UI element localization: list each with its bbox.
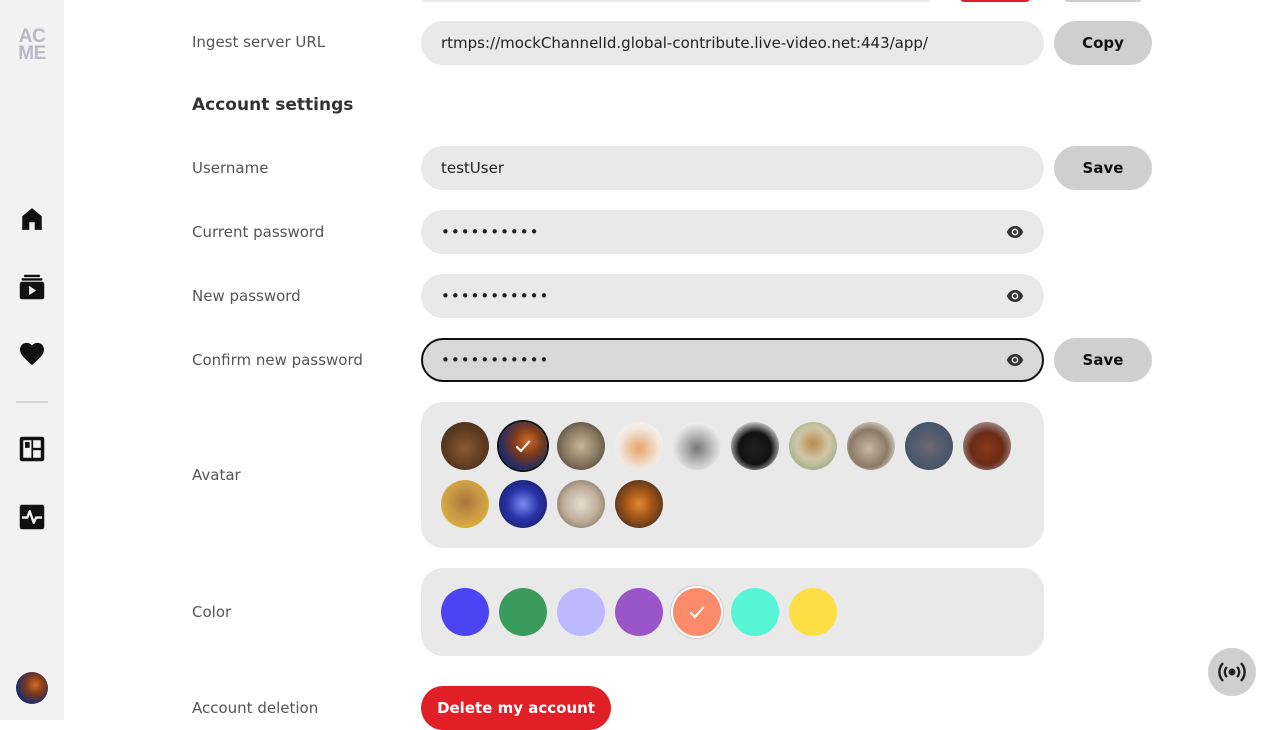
- ingest-url-value: rtmps://mockChannelId.global-contribute.…: [441, 34, 928, 52]
- avatar-picker: [421, 402, 1044, 548]
- heart-icon: [19, 342, 45, 366]
- avatar-option-hippo[interactable]: [905, 422, 953, 470]
- color-option-salmon[interactable]: [673, 588, 721, 636]
- avatar-option-antelope[interactable]: [441, 480, 489, 528]
- previous-button-edge[interactable]: [1064, 0, 1142, 2]
- confirm-password-input[interactable]: •••••••••••: [421, 338, 1044, 382]
- avatar-option-giraffe[interactable]: [789, 422, 837, 470]
- username-label: Username: [192, 159, 269, 177]
- avatar-option-parrot[interactable]: [499, 422, 547, 470]
- color-option-green[interactable]: [499, 588, 547, 636]
- avatar-option-hedgehog[interactable]: [847, 422, 895, 470]
- avatar-option-tiger[interactable]: [615, 480, 663, 528]
- check-icon: [673, 588, 721, 636]
- avatar-option-shiba[interactable]: [615, 422, 663, 470]
- home-icon: [22, 208, 42, 230]
- dashboard-icon: [19, 436, 45, 462]
- new-password-label: New password: [192, 287, 301, 305]
- color-option-lavender[interactable]: [557, 588, 605, 636]
- video-library-icon: [19, 274, 45, 300]
- current-password-label: Current password: [192, 223, 325, 241]
- confirm-password-value: •••••••••••: [441, 351, 550, 369]
- sidebar-item-home[interactable]: [18, 205, 46, 233]
- avatar-option-bear[interactable]: [441, 422, 489, 470]
- color-picker: [421, 568, 1044, 656]
- previous-danger-button-edge[interactable]: [960, 0, 1030, 2]
- logo[interactable]: AC ME: [16, 27, 48, 63]
- delete-account-button[interactable]: Delete my account: [421, 686, 611, 730]
- new-password-input[interactable]: •••••••••••: [421, 274, 1044, 318]
- account-settings-title: Account settings: [192, 95, 354, 115]
- eye-icon[interactable]: [1006, 287, 1024, 305]
- sidebar: AC ME: [0, 0, 64, 720]
- eye-icon[interactable]: [1006, 351, 1024, 369]
- avatar-option-sheep[interactable]: [557, 480, 605, 528]
- copy-button[interactable]: Copy: [1054, 21, 1152, 65]
- avatar-label: Avatar: [192, 466, 241, 484]
- eye-icon[interactable]: [1006, 223, 1024, 241]
- user-avatar[interactable]: [16, 672, 48, 704]
- color-option-purple[interactable]: [615, 588, 663, 636]
- activity-icon: [19, 504, 45, 530]
- new-password-value: •••••••••••: [441, 287, 550, 305]
- sidebar-divider: [16, 401, 48, 403]
- color-option-aqua[interactable]: [731, 588, 779, 636]
- ingest-url-label: Ingest server URL: [192, 33, 326, 51]
- avatar-option-horse[interactable]: [963, 422, 1011, 470]
- avatar-option-jellyfish[interactable]: [499, 480, 547, 528]
- confirm-password-label: Confirm new password: [192, 351, 363, 369]
- avatar-option-owl[interactable]: [557, 422, 605, 470]
- save-username-button[interactable]: Save: [1054, 146, 1152, 190]
- check-icon: [499, 422, 547, 470]
- current-password-input[interactable]: ••••••••••: [421, 210, 1044, 254]
- save-password-button[interactable]: Save: [1054, 338, 1152, 382]
- username-value: testUser: [441, 159, 504, 177]
- previous-field-edge: [421, 0, 931, 2]
- current-password-value: ••••••••••: [441, 223, 540, 241]
- ingest-url-field[interactable]: rtmps://mockChannelId.global-contribute.…: [421, 21, 1044, 65]
- account-deletion-label: Account deletion: [192, 699, 319, 717]
- sidebar-item-videos[interactable]: [18, 273, 46, 301]
- color-option-yellow[interactable]: [789, 588, 837, 636]
- avatar-option-pitbull[interactable]: [673, 422, 721, 470]
- sidebar-item-dashboard[interactable]: [18, 435, 46, 463]
- sidebar-item-activity[interactable]: [18, 503, 46, 531]
- go-live-button[interactable]: [1208, 648, 1256, 696]
- color-label: Color: [192, 603, 232, 621]
- avatar-option-pug[interactable]: [731, 422, 779, 470]
- color-option-blue[interactable]: [441, 588, 489, 636]
- broadcast-icon: [1218, 662, 1246, 682]
- username-input[interactable]: testUser: [421, 146, 1044, 190]
- sidebar-item-favorites[interactable]: [18, 340, 46, 368]
